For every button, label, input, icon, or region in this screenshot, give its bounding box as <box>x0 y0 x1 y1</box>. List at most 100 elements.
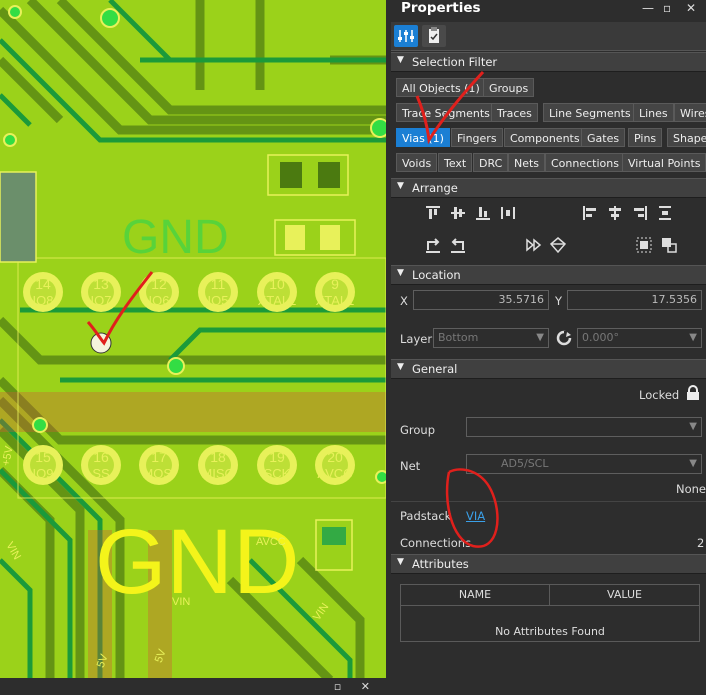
section-attributes[interactable]: ▼ Attributes <box>391 554 706 574</box>
filter-chip-lines[interactable]: Lines <box>633 103 674 122</box>
pin-number-label: 9 <box>331 276 339 292</box>
filter-chip-gates[interactable]: Gates <box>581 128 626 147</box>
filter-chip-fingers[interactable]: Fingers <box>451 128 503 147</box>
section-selection-filter[interactable]: ▼ Selection Filter <box>391 52 706 72</box>
filter-chip-pins[interactable]: Pins <box>628 128 663 147</box>
pin-number-label: 12 <box>151 276 167 292</box>
ungroup-icon[interactable] <box>660 236 678 254</box>
net-class-value: None <box>676 482 706 496</box>
net-label: Net <box>400 459 421 473</box>
pin-number-label: 13 <box>93 276 109 292</box>
pin-number-label: 18 <box>210 449 226 465</box>
rotation-value: 0.000° <box>582 331 619 344</box>
filter-chip-components[interactable]: Components <box>504 128 586 147</box>
attributes-table: NAME VALUE No Attributes Found <box>400 584 700 642</box>
group-label: Group <box>400 423 436 437</box>
net-label: AVCC <box>256 536 286 548</box>
flip-horizontal-icon[interactable] <box>524 236 542 254</box>
chevron-down-icon: ▼ <box>689 421 697 432</box>
filter-chip-trace-segments[interactable]: Trace Segments <box>396 103 496 122</box>
filter-chip-nets[interactable]: Nets <box>508 153 546 172</box>
chevron-down-icon: ▼ <box>689 458 697 469</box>
net-value: AD5/SCL <box>501 457 549 470</box>
filter-chip-traces[interactable]: Traces <box>491 103 538 122</box>
rotate-cw-icon[interactable] <box>424 236 442 254</box>
pin-name-label: MISO <box>201 466 235 481</box>
window-controls-icon[interactable]: ▫ ✕ <box>334 680 378 693</box>
filter-chip-text[interactable]: Text <box>438 153 473 172</box>
connections-label: Connections <box>400 536 472 550</box>
pcb-bottom-bar: ▫ ✕ <box>0 678 386 695</box>
layer-dropdown[interactable]: Bottom ▼ <box>433 328 549 348</box>
padstack-link[interactable]: VIA <box>466 509 485 523</box>
group-icon[interactable] <box>635 236 653 254</box>
lock-icon[interactable] <box>686 385 700 401</box>
pin-name-label: XTAL2 <box>257 293 297 308</box>
rotation-icon <box>556 330 572 346</box>
filter-chip-wires[interactable]: Wires <box>674 103 706 122</box>
attributes-col-value[interactable]: VALUE <box>550 585 699 606</box>
filter-chip-shapes[interactable]: Shapes <box>667 128 706 147</box>
align-top-icon[interactable] <box>424 204 442 222</box>
x-field[interactable]: 35.5716 <box>413 290 549 310</box>
layer-value: Bottom <box>438 331 479 344</box>
align-center-icon[interactable] <box>606 204 624 222</box>
align-middle-icon[interactable] <box>449 204 467 222</box>
pin-name-label: AVCC <box>317 466 353 481</box>
close-icon[interactable]: ✕ <box>686 1 696 15</box>
pin-name-label: XTAL1 <box>315 293 355 308</box>
pin-number-label: 19 <box>269 449 285 465</box>
filter-chip-line-segments[interactable]: Line Segments <box>543 103 637 122</box>
distribute-horizontal-icon[interactable] <box>499 204 517 222</box>
y-label: Y <box>555 294 563 308</box>
gnd-large-label: GND <box>95 511 300 613</box>
pin-number-label: 11 <box>210 276 226 292</box>
section-location[interactable]: ▼ Location <box>391 265 706 285</box>
filter-chip-all-objects-1[interactable]: All Objects (1) <box>396 78 486 97</box>
pin-icon[interactable]: — <box>642 1 654 15</box>
pin-number-label: 17 <box>151 449 167 465</box>
chevron-down-icon: ▼ <box>536 332 544 343</box>
panel-toolbar <box>391 22 706 51</box>
section-arrange-label: Arrange <box>412 181 458 195</box>
attributes-col-name[interactable]: NAME <box>401 585 550 606</box>
pin-number-label: 15 <box>35 449 51 465</box>
align-right-icon[interactable] <box>631 204 649 222</box>
rotate-ccw-icon[interactable] <box>449 236 467 254</box>
collapse-arrow-icon[interactable]: ▼ <box>397 268 404 278</box>
pin-number-label: 14 <box>35 276 51 292</box>
align-left-icon[interactable] <box>581 204 599 222</box>
filter-chip-virtual-points[interactable]: Virtual Points <box>622 153 706 172</box>
rotation-dropdown[interactable]: 0.000° ▼ <box>577 328 702 348</box>
padstack-label: Padstack <box>400 509 452 523</box>
section-arrange[interactable]: ▼ Arrange <box>391 178 706 198</box>
y-field[interactable]: 17.5356 <box>567 290 702 310</box>
pin-name-label: IO8 <box>32 293 54 308</box>
filter-chip-voids[interactable]: Voids <box>396 153 438 172</box>
pin-name-label: IO6 <box>148 293 170 308</box>
flip-vertical-icon[interactable] <box>549 236 567 254</box>
filter-chip-connections[interactable]: Connections <box>545 153 625 172</box>
pcb-canvas[interactable]: GND GND 14 IO8 13 IO7 12 IO6 11 IO5 10 XTAL2 9 XTAL… <box>0 0 386 695</box>
group-dropdown[interactable]: ▼ <box>466 417 702 437</box>
net-dropdown[interactable]: AD5/SCL ▼ <box>466 454 702 474</box>
collapse-arrow-icon[interactable]: ▼ <box>397 181 404 191</box>
properties-tab-icon[interactable] <box>394 25 418 47</box>
section-general-label: General <box>412 362 458 376</box>
x-label: X <box>400 294 408 308</box>
float-icon[interactable]: ▫ <box>663 1 671 15</box>
pin-name-label: IO7 <box>90 293 112 308</box>
align-bottom-icon[interactable] <box>474 204 492 222</box>
clipboard-check-icon[interactable] <box>422 25 446 47</box>
filter-chip-drc[interactable]: DRC <box>473 153 509 172</box>
panel-title: Properties <box>401 0 481 16</box>
divider <box>391 501 706 502</box>
collapse-arrow-icon[interactable]: ▼ <box>397 55 404 65</box>
filter-chip-groups[interactable]: Groups <box>483 78 535 97</box>
pin-name-label: IO5 <box>207 293 229 308</box>
distribute-vertical-icon[interactable] <box>656 204 674 222</box>
filter-chip-vias-1[interactable]: Vias (1) <box>396 128 450 147</box>
collapse-arrow-icon[interactable]: ▼ <box>397 362 404 372</box>
section-general[interactable]: ▼ General <box>391 359 706 379</box>
collapse-arrow-icon[interactable]: ▼ <box>397 557 404 567</box>
